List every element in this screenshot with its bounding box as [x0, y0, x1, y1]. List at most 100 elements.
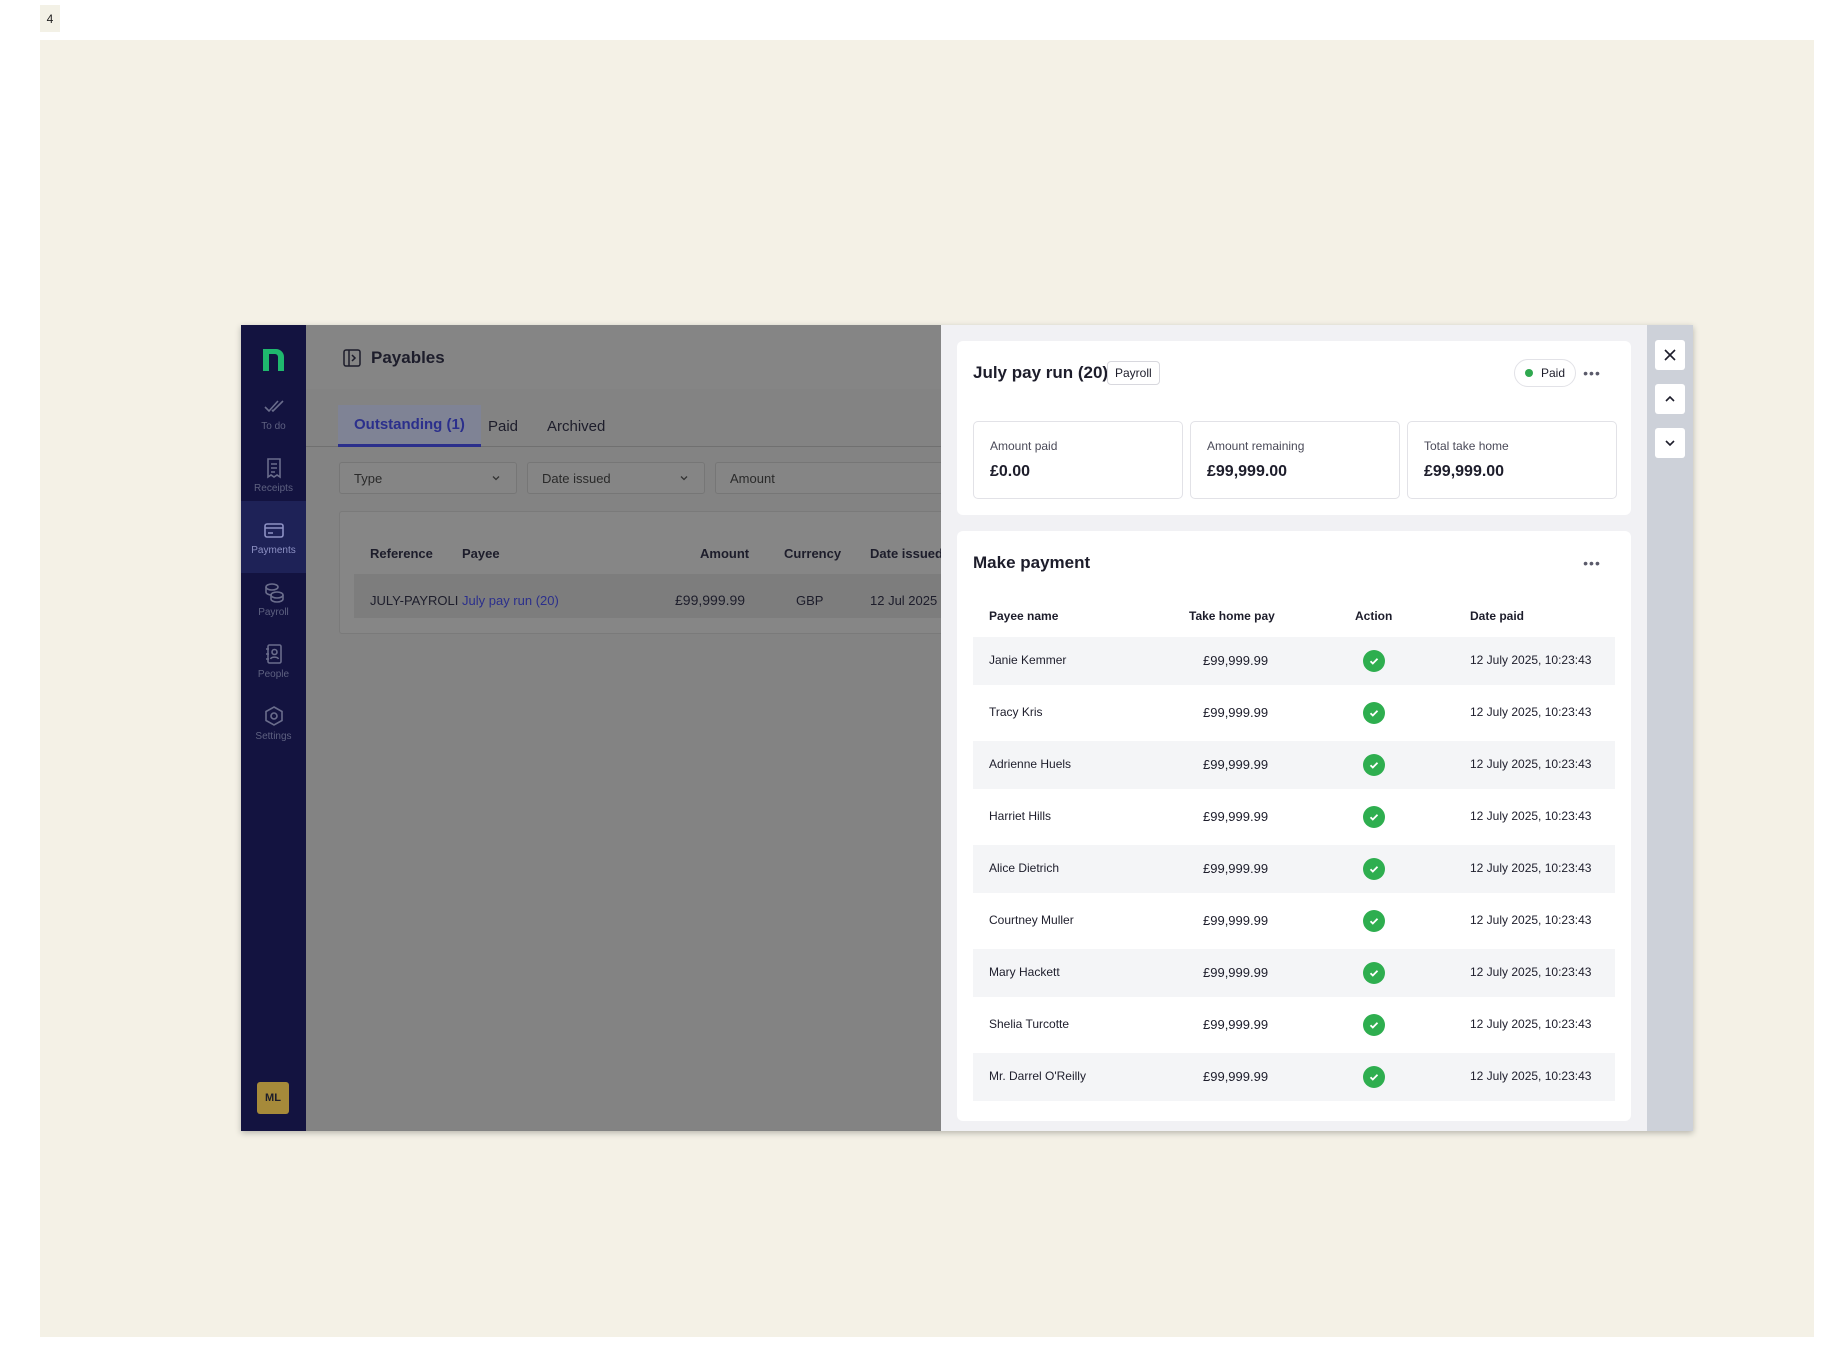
more-options-icon[interactable]: ••• [1580, 363, 1604, 383]
page-number-label: 4 [40, 5, 60, 32]
canvas-background: To do Receipts Payments Payroll People S… [40, 40, 1814, 1337]
detail-drawer: July pay run (20) Payroll Paid ••• Amoun… [941, 325, 1647, 1131]
filter-label: Amount [730, 470, 775, 486]
status-badge: Paid [1514, 359, 1577, 387]
brand-logo-icon[interactable] [261, 345, 286, 371]
check-circle-icon[interactable] [1363, 1066, 1385, 1088]
date-paid: 12 July 2025, 10:23:43 [1470, 913, 1592, 927]
sidebar: To do Receipts Payments Payroll People S… [241, 325, 306, 1131]
check-circle-icon[interactable] [1363, 962, 1385, 984]
next-button[interactable] [1655, 428, 1685, 458]
check-circle-icon[interactable] [1363, 1014, 1385, 1036]
column-header-reference[interactable]: Reference [370, 546, 433, 561]
avatar[interactable]: ML [257, 1082, 289, 1114]
table-row[interactable]: Mr. Darrel O'Reilly £99,999.99 12 July 202… [973, 1053, 1615, 1101]
table-row[interactable]: Alice Dietrich £99,999.99 12 July 2025, 10… [973, 845, 1615, 893]
column-header-date-issued[interactable]: Date issued [870, 546, 943, 561]
take-home-pay: £99,999.99 [1203, 757, 1269, 772]
payables-table: Reference Payee Amount Currency Date iss… [339, 511, 979, 634]
cell-date-issued: 12 Jul 2025 [870, 593, 938, 608]
payee-name: Mr. Darrel O'Reilly [989, 1069, 1086, 1083]
date-paid: 12 July 2025, 10:23:43 [1470, 653, 1592, 667]
chevron-up-icon [1665, 395, 1675, 402]
table-row[interactable]: Adrienne Huels £99,999.99 12 July 2025, 10… [973, 741, 1615, 789]
payee-name: Harriet Hills [989, 809, 1052, 823]
sidebar-item-label: Receipts [254, 482, 293, 494]
cell-payee-link[interactable]: July pay run (20) [462, 593, 559, 608]
filter-date-issued[interactable]: Date issued [527, 462, 705, 494]
tab-paid[interactable]: Paid [472, 405, 534, 447]
chevron-down-icon [680, 476, 688, 481]
check-circle-icon[interactable] [1363, 910, 1385, 932]
column-header-payee[interactable]: Payee [462, 546, 500, 561]
table-row[interactable]: Harriet Hills £99,999.99 12 July 2025, 10:… [973, 793, 1615, 841]
filter-label: Date issued [542, 470, 611, 486]
payee-name: Courtney Muller [989, 913, 1074, 927]
table-row[interactable]: Janie Kemmer £99,999.99 12 July 2025, 10:2… [973, 637, 1615, 685]
close-button[interactable] [1655, 340, 1685, 370]
payee-name: Alice Dietrich [989, 861, 1060, 875]
stat-label: Total take home [1424, 439, 1509, 453]
table-row[interactable]: Tracy Kris £99,999.99 12 July 2025, 10:23:… [973, 689, 1615, 737]
double-check-icon [263, 399, 284, 412]
page-header: Payables [306, 325, 941, 389]
sidebar-item-label: People [257, 668, 290, 680]
cell-currency: GBP [796, 593, 824, 608]
sidebar-item-label: Payroll [258, 606, 289, 618]
column-header-date-paid: Date paid [1470, 609, 1525, 623]
type-tag: Payroll [1107, 361, 1160, 385]
more-options-icon[interactable]: ••• [1580, 553, 1604, 573]
stat-amount-remaining: Amount remaining £99,999.00 [1190, 421, 1400, 499]
take-home-pay: £99,999.99 [1203, 809, 1269, 824]
status-dot-icon [1525, 369, 1533, 377]
check-circle-icon[interactable] [1363, 858, 1385, 880]
table-row[interactable]: Courtney Muller £99,999.99 12 July 2025, 1… [973, 897, 1615, 945]
payee-name: Tracy Kris [989, 705, 1043, 719]
chevron-down-icon [1665, 440, 1675, 447]
table-row[interactable]: Shelia Turcotte £99,999.99 12 July 2025, 1… [973, 1001, 1615, 1049]
filter-label: Type [354, 470, 383, 486]
receipt-icon [266, 457, 281, 478]
payee-name: Mary Hackett [989, 965, 1060, 979]
sidebar-item-label: Payments [251, 544, 296, 556]
summary-card: July pay run (20) Payroll Paid ••• Amoun… [957, 341, 1631, 515]
take-home-pay: £99,999.99 [1203, 965, 1269, 980]
filter-type[interactable]: Type [339, 462, 517, 494]
date-paid: 12 July 2025, 10:23:43 [1470, 1069, 1592, 1083]
tab-outstanding[interactable]: Outstanding (1) [338, 405, 481, 447]
card-icon [263, 522, 284, 538]
tab-bar: Outstanding (1) Paid Archived [306, 405, 941, 447]
take-home-pay: £99,999.99 [1203, 1017, 1269, 1032]
column-header-action: Action [1355, 609, 1393, 623]
column-header-amount[interactable]: Amount [700, 546, 749, 561]
stat-value: £99,999.00 [1207, 463, 1288, 480]
date-paid: 12 July 2025, 10:23:43 [1470, 861, 1592, 875]
check-circle-icon[interactable] [1363, 650, 1385, 672]
stat-label: Amount paid [990, 439, 1058, 453]
stat-value: £99,999.00 [1424, 463, 1505, 480]
filter-amount[interactable]: Amount [715, 462, 955, 494]
table-row[interactable]: Mary Hackett £99,999.99 12 July 2025, 10:2… [973, 949, 1615, 997]
payee-name: Janie Kemmer [989, 653, 1067, 667]
gear-icon [264, 705, 283, 726]
cell-reference: JULY-PAYROLI [370, 593, 459, 608]
check-circle-icon[interactable] [1363, 702, 1385, 724]
sidebar-item-settings[interactable]: Settings [241, 687, 306, 759]
previous-button[interactable] [1655, 384, 1685, 414]
section-title: Make payment [973, 553, 1091, 572]
check-circle-icon[interactable] [1363, 754, 1385, 776]
date-paid: 12 July 2025, 10:23:43 [1470, 809, 1592, 823]
date-paid: 12 July 2025, 10:23:43 [1470, 1017, 1592, 1031]
stat-value: £0.00 [990, 463, 1031, 480]
close-icon [1664, 349, 1676, 361]
column-header-payee-name: Payee name [989, 609, 1059, 623]
contacts-icon [265, 643, 282, 664]
check-circle-icon[interactable] [1363, 806, 1385, 828]
sidebar-item-label: To do [261, 420, 286, 432]
sidebar-toggle-icon[interactable] [342, 348, 362, 368]
coins-icon [264, 582, 284, 603]
tab-archived[interactable]: Archived [531, 405, 621, 447]
make-payment-card: Make payment ••• Payee name Take home pa… [957, 531, 1631, 1121]
column-header-currency[interactable]: Currency [784, 546, 841, 561]
stat-label: Amount remaining [1207, 439, 1305, 453]
